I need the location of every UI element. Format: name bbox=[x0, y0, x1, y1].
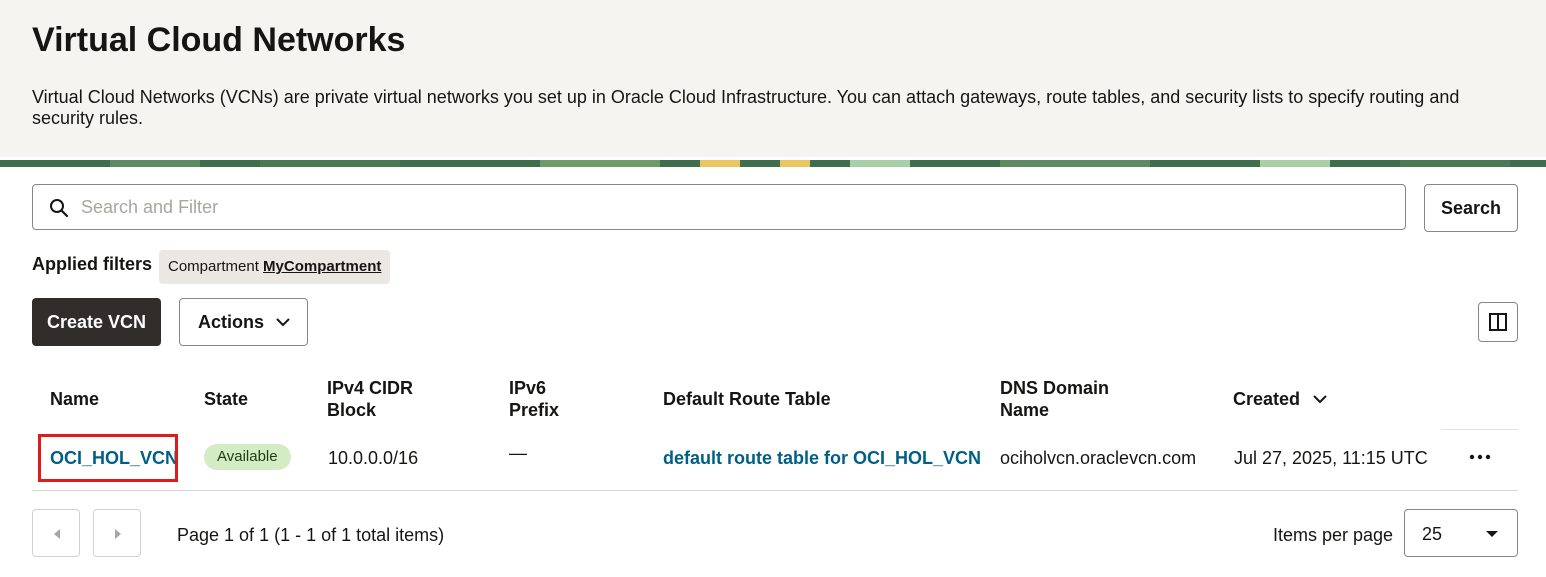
column-header-ipv6-line2: Prefix bbox=[509, 400, 560, 420]
search-input[interactable] bbox=[81, 185, 1381, 229]
items-per-page-select[interactable]: 25 bbox=[1404, 509, 1518, 557]
status-badge: Available bbox=[204, 444, 291, 470]
items-per-page-value: 25 bbox=[1422, 524, 1443, 544]
chevron-right-icon bbox=[115, 529, 121, 539]
decorative-banner bbox=[0, 157, 1546, 167]
create-vcn-button[interactable]: Create VCN bbox=[32, 298, 161, 346]
items-per-page-label: Items per page bbox=[1273, 525, 1394, 545]
highlight-box bbox=[38, 434, 178, 482]
page-title: Virtual Cloud Networks bbox=[32, 21, 406, 59]
search-field[interactable] bbox=[32, 184, 1406, 230]
columns-icon bbox=[1489, 313, 1507, 331]
sort-chevron-down-icon[interactable] bbox=[1312, 392, 1328, 406]
column-header-created[interactable]: Created bbox=[1233, 388, 1300, 410]
caret-down-icon bbox=[1486, 531, 1498, 537]
route-table-link[interactable]: default route table for OCI_HOL_VCN bbox=[663, 447, 981, 469]
page-header: Virtual Cloud Networks Virtual Cloud Net… bbox=[0, 0, 1546, 157]
ipv6-prefix-cell: — bbox=[509, 443, 527, 463]
column-header-ipv4-line1: IPv4 CIDR bbox=[327, 378, 414, 398]
actions-label: Actions bbox=[198, 311, 265, 332]
filter-chip-value[interactable]: MyCompartment bbox=[263, 258, 381, 275]
compartment-filter-chip[interactable]: Compartment MyCompartment bbox=[159, 250, 391, 284]
previous-page-button[interactable] bbox=[32, 509, 80, 557]
row-divider bbox=[32, 490, 1518, 491]
dns-domain-cell: ociholvcn.oraclevcn.com bbox=[1000, 448, 1197, 468]
search-icon bbox=[50, 199, 69, 218]
applied-filters-label: Applied filters bbox=[32, 254, 153, 274]
search-button[interactable]: Search bbox=[1424, 184, 1518, 232]
column-header-name[interactable]: Name bbox=[50, 388, 99, 410]
column-header-ipv6[interactable]: IPv6 Prefix bbox=[509, 377, 559, 421]
filter-chip-key: Compartment bbox=[168, 258, 259, 275]
column-header-dns-line2: Name bbox=[1000, 400, 1050, 420]
header-divider bbox=[1441, 429, 1518, 430]
column-header-route-table[interactable]: Default Route Table bbox=[663, 388, 831, 410]
chevron-down-icon bbox=[276, 318, 290, 327]
column-header-ipv4-line2: Block bbox=[327, 400, 377, 420]
column-header-ipv6-line1: IPv6 bbox=[509, 378, 547, 398]
column-header-ipv4[interactable]: IPv4 CIDR Block bbox=[327, 377, 413, 421]
pagination-info: Page 1 of 1 (1 - 1 of 1 total items) bbox=[177, 525, 445, 545]
page-description: Virtual Cloud Networks (VCNs) are privat… bbox=[32, 87, 1460, 128]
next-page-button[interactable] bbox=[93, 509, 141, 557]
chevron-left-icon bbox=[54, 529, 60, 539]
manage-columns-button[interactable] bbox=[1478, 302, 1518, 342]
column-header-dns[interactable]: DNS Domain Name bbox=[1000, 377, 1109, 421]
created-cell: Jul 27, 2025, 11:15 UTC bbox=[1234, 448, 1428, 468]
ipv4-cidr-cell: 10.0.0.0/16 bbox=[328, 448, 419, 468]
row-actions-menu-icon[interactable] bbox=[1464, 445, 1496, 469]
column-header-state[interactable]: State bbox=[204, 388, 248, 410]
column-header-dns-line1: DNS Domain bbox=[1000, 378, 1110, 398]
actions-menu-button[interactable]: Actions bbox=[179, 298, 308, 346]
